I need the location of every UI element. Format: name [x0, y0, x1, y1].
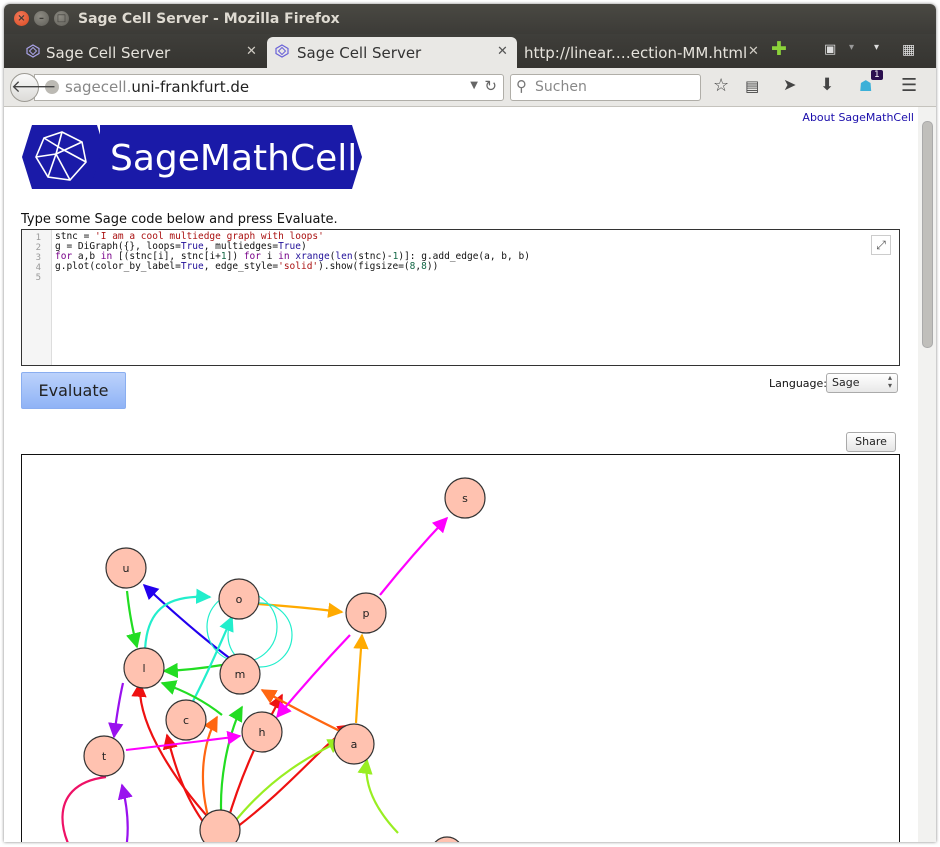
code-content: stnc = 'I am a cool multiedge graph with…	[55, 232, 530, 282]
logo-text: SageMathCell	[110, 138, 357, 179]
line-number-gutter: 1 2 3 4 5	[22, 230, 52, 365]
url-bar[interactable]: sagecell.uni-frankfurt.de ▼ ↻	[34, 74, 504, 101]
graph-edge	[276, 634, 351, 719]
close-tab-icon[interactable]: ✕	[246, 44, 257, 59]
graph-node-e	[434, 836, 460, 842]
url-prefix: sagecell.	[65, 78, 132, 96]
browser-window: × – □ Sage Cell Server - Mozilla Firefox…	[4, 4, 936, 842]
tab-linear-html[interactable]: http://linear.…ection-MM.html ✕	[522, 37, 762, 68]
close-window-button[interactable]: ×	[14, 11, 29, 26]
line-number: 4	[35, 263, 41, 273]
graph-edge	[143, 588, 212, 651]
close-tab-icon[interactable]: ✕	[748, 44, 759, 59]
tab-label: http://linear.…ection-MM.html	[524, 44, 748, 62]
graph-node-label: a	[351, 738, 358, 751]
code-line-4: g.plot(color_by_label=True, edge_style='…	[55, 261, 439, 272]
graph-plot: s u o p l m c h a t	[61, 477, 486, 842]
expand-editor-icon[interactable]: ⤢	[871, 235, 891, 255]
back-button[interactable]: 🡐	[10, 73, 57, 102]
search-box[interactable]: ⚲ Suchen	[510, 74, 701, 101]
ghostery-icon[interactable]: ☗	[859, 77, 872, 95]
new-tab-plus-icon[interactable]: ✚	[771, 38, 787, 60]
tab-label: Sage Cell Server	[46, 44, 171, 62]
graph-edge	[108, 682, 125, 739]
instructions-text: Type some Sage code below and press Eval…	[21, 212, 338, 227]
graph-edge	[117, 783, 133, 842]
scrollbar-thumb[interactable]	[922, 121, 933, 348]
downloads-icon[interactable]: ⬇	[820, 75, 834, 95]
graph-output: s u o p l m c h a t	[21, 454, 900, 842]
graph-edge	[357, 758, 399, 834]
extension-icon[interactable]: ▣	[824, 42, 836, 57]
sage-favicon-icon	[26, 44, 40, 58]
graph-node-label: l	[142, 662, 145, 675]
navigation-bar: sagecell.uni-frankfurt.de ▼ ↻ 🡐 ⚲ Suchen…	[4, 68, 936, 107]
line-number: 1	[35, 233, 41, 243]
close-tab-icon[interactable]: ✕	[497, 44, 508, 59]
graph-node-label: u	[123, 562, 130, 575]
graph-node-label: o	[236, 593, 243, 606]
graph-edge	[162, 662, 223, 679]
graph-node-label: h	[259, 726, 266, 739]
code-editor[interactable]: 1 2 3 4 5 stnc = 'I am a cool multiedge …	[21, 229, 900, 366]
graph-node-label: m	[235, 668, 246, 681]
graph-edge	[353, 633, 369, 724]
minimize-window-button[interactable]: –	[34, 11, 49, 26]
page-content: About SageMathCell SageMathCell Type som…	[4, 107, 918, 842]
tab-list-dropdown-icon[interactable]: ▾	[874, 42, 879, 53]
reload-icon[interactable]: ↻	[484, 77, 497, 95]
tab-sage-cell-2[interactable]: Sage Cell Server ✕	[267, 37, 517, 68]
graph-edge	[61, 775, 107, 842]
graph-node-label: c	[183, 714, 189, 727]
tab-label: Sage Cell Server	[297, 44, 422, 62]
title-bar: × – □ Sage Cell Server - Mozilla Firefox	[4, 4, 936, 34]
search-placeholder: Suchen	[535, 79, 587, 95]
bookmark-star-icon[interactable]: ☆	[713, 75, 729, 96]
select-arrows-icon: ▴ ▾	[887, 373, 892, 390]
graph-edge	[162, 733, 208, 828]
maximize-window-button[interactable]: □	[54, 11, 69, 26]
url-history-dropdown-icon[interactable]: ▼	[470, 80, 478, 91]
graph-edge	[379, 516, 449, 596]
url-host: uni-frankfurt.de	[131, 78, 250, 96]
search-icon: ⚲	[516, 77, 527, 95]
evaluate-button[interactable]: Evaluate	[21, 372, 126, 409]
page-scrollbar[interactable]	[918, 107, 936, 842]
send-tab-icon[interactable]: ➤	[783, 75, 796, 94]
notification-badge: 1	[871, 70, 883, 80]
language-label: Language:	[769, 377, 827, 390]
graph-node-label: t	[102, 750, 107, 763]
language-selected-value: Sage	[832, 376, 860, 389]
menu-hamburger-icon[interactable]: ☰	[901, 75, 917, 96]
graph-node-label: s	[462, 492, 468, 505]
about-sagemathcell-link[interactable]: About SageMathCell	[802, 111, 914, 124]
extension-dropdown-icon[interactable]: ▾	[849, 42, 854, 53]
reading-list-icon[interactable]: ▤	[745, 77, 759, 95]
language-select[interactable]: Sage ▴ ▾	[826, 373, 898, 393]
tab-bar: Sage Cell Server ✕ Sage Cell Server ✕ ht…	[4, 34, 936, 68]
share-button[interactable]: Share	[846, 432, 896, 452]
tab-groups-icon[interactable]: ▦	[902, 42, 915, 58]
tab-sage-cell-1[interactable]: Sage Cell Server ✕	[24, 37, 264, 68]
sage-favicon-icon	[275, 44, 289, 58]
url-text: sagecell.uni-frankfurt.de	[65, 78, 249, 96]
line-number: 3	[35, 253, 41, 263]
line-number: 5	[35, 273, 41, 283]
sagemathcell-logo: SageMathCell	[22, 125, 362, 189]
window-title: Sage Cell Server - Mozilla Firefox	[78, 11, 340, 27]
graph-edge	[125, 590, 141, 649]
line-number: 2	[35, 243, 41, 253]
graph-node-label: p	[363, 607, 370, 620]
